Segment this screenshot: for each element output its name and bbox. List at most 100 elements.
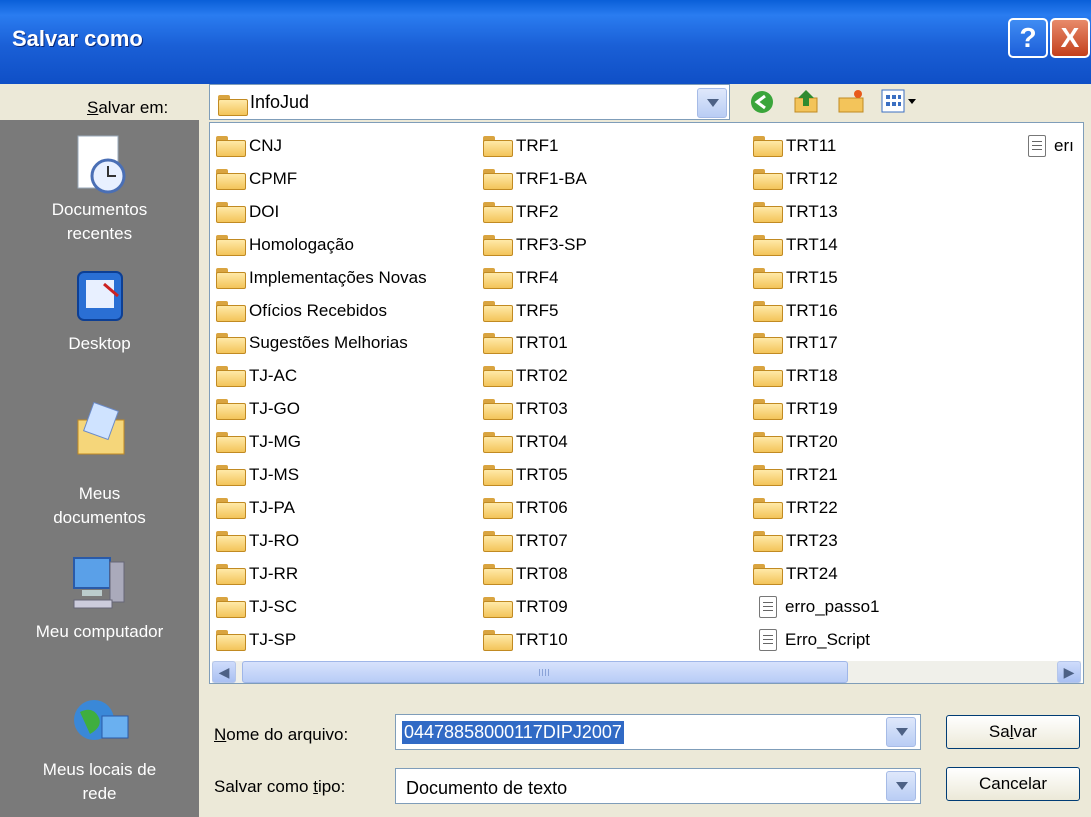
folder-item[interactable]: TJ-SC	[216, 593, 297, 621]
title-bar: Salvar como ? X	[0, 0, 1091, 84]
folder-item[interactable]: TRF4	[483, 264, 559, 292]
item-label: TRT19	[786, 399, 838, 419]
folder-item[interactable]: TRT02	[483, 362, 568, 390]
folder-item[interactable]: TJ-RR	[216, 560, 298, 588]
folder-icon	[753, 201, 783, 223]
scroll-thumb[interactable]	[242, 661, 848, 683]
item-label: TRT23	[786, 530, 838, 550]
folder-item[interactable]: TRF1-BA	[483, 165, 587, 193]
folder-item[interactable]: TRT13	[753, 198, 838, 226]
folder-item[interactable]: TRT09	[483, 593, 568, 621]
place-desktop[interactable]: Desktop	[0, 266, 199, 356]
item-label: TRF5	[516, 300, 559, 320]
folder-item[interactable]: TJ-AC	[216, 362, 297, 390]
scroll-left-button[interactable]: ◀	[212, 661, 236, 683]
folder-item[interactable]: TRT21	[753, 461, 838, 489]
folder-item[interactable]: TRT06	[483, 494, 568, 522]
folder-item[interactable]: DOI	[216, 198, 279, 226]
folder-item[interactable]: TRT01	[483, 329, 568, 357]
item-label: TRT11	[786, 136, 837, 155]
folder-item[interactable]: TRT04	[483, 428, 568, 456]
new-folder-icon[interactable]	[836, 86, 866, 116]
lookin-combo[interactable]: InfoJud	[209, 84, 730, 120]
folder-icon	[218, 95, 248, 116]
folder-item[interactable]: TRT24	[753, 560, 838, 588]
item-label: Sugestões Melhorias	[249, 333, 408, 353]
folder-item[interactable]: TRT20	[753, 428, 838, 456]
folder-item[interactable]: TRT07	[483, 527, 568, 555]
folder-item[interactable]: TRT08	[483, 560, 568, 588]
file-item[interactable]: erı	[1022, 132, 1074, 160]
folder-icon	[753, 530, 783, 552]
folder-item[interactable]: TJ-SP	[216, 626, 296, 654]
folder-item[interactable]: TRT18	[753, 362, 838, 390]
file-list[interactable]: CNJ CPMF DOI Homologação Implementações Nova…	[209, 122, 1084, 684]
item-label: TRT18	[786, 366, 838, 386]
folder-item[interactable]: Sugestões Melhorias	[216, 329, 408, 357]
folder-item[interactable]: TRT23	[753, 527, 838, 555]
folder-item[interactable]: TRT19	[753, 395, 838, 423]
save-button[interactable]: Salvar	[946, 715, 1080, 749]
place-network[interactable]: Meus locais de rede	[0, 692, 199, 806]
views-menu-icon[interactable]	[880, 88, 920, 116]
folder-item[interactable]: Implementações Novas	[216, 264, 427, 292]
item-label: TJ-PA	[249, 497, 295, 517]
filetype-label-text: ipo:	[317, 777, 346, 796]
horizontal-scrollbar[interactable]: ◀ ▶	[212, 661, 1081, 683]
item-label: DOI	[249, 201, 280, 221]
folder-item[interactable]: TJ-GO	[216, 395, 300, 423]
folder-item[interactable]: TJ-PA	[216, 494, 295, 522]
folder-item[interactable]: CPMF	[216, 165, 297, 193]
item-label: TRT03	[516, 399, 568, 419]
scroll-right-button[interactable]: ▶	[1057, 661, 1081, 683]
folder-item[interactable]: TRF2	[483, 198, 559, 226]
folder-item[interactable]: TRF5	[483, 297, 559, 325]
folder-item[interactable]: TJ-MS	[216, 461, 299, 489]
help-button[interactable]: ?	[1008, 18, 1048, 58]
folder-item[interactable]: TRT05	[483, 461, 568, 489]
place-my-documents[interactable]: Meus documentos	[0, 400, 199, 530]
up-folder-icon[interactable]	[792, 86, 822, 116]
folder-item[interactable]: Homologação	[216, 231, 354, 259]
close-button[interactable]: X	[1050, 18, 1090, 58]
place-my-computer[interactable]: Meu computador	[0, 552, 199, 644]
folder-item[interactable]: TJ-RO	[216, 527, 299, 555]
chevron-down-icon[interactable]	[886, 771, 916, 801]
item-label: TRF1	[516, 136, 559, 155]
folder-item[interactable]: TRT17	[753, 329, 838, 357]
filetype-select[interactable]: Documento de texto	[395, 768, 921, 804]
folder-item[interactable]: TRF1	[483, 132, 559, 160]
folder-item[interactable]: Ofícios Recebidos	[216, 297, 387, 325]
folder-icon	[483, 333, 513, 355]
folder-icon	[753, 136, 783, 157]
filename-combo[interactable]: 04478858000117DIPJ2007	[395, 714, 921, 750]
file-item[interactable]: Erro_Script	[753, 626, 870, 654]
place-recent-documents[interactable]: Documentos recentes	[0, 132, 199, 246]
folder-item[interactable]: TJ-MG	[216, 428, 301, 456]
file-item[interactable]: erro_passo1	[753, 593, 880, 621]
folder-icon	[216, 267, 246, 289]
folder-icon	[216, 399, 246, 421]
folder-item[interactable]: TRT16	[753, 297, 838, 325]
folder-item[interactable]: TRT15	[753, 264, 838, 292]
place-label: Meu computador	[35, 622, 164, 641]
back-icon[interactable]	[748, 88, 776, 116]
item-label: TRT24	[786, 563, 838, 583]
folder-item[interactable]: TRT22	[753, 494, 838, 522]
folder-item[interactable]: TRF3-SP	[483, 231, 587, 259]
folder-item[interactable]: TRT03	[483, 395, 568, 423]
item-label: TRF2	[516, 201, 559, 221]
text-file-icon	[1028, 135, 1046, 157]
folder-icon	[483, 596, 513, 618]
folder-item[interactable]: TRT11	[753, 132, 836, 160]
item-label: TRT08	[516, 563, 568, 583]
folder-item[interactable]: TRT14	[753, 231, 838, 259]
folder-item[interactable]: CNJ	[216, 132, 282, 160]
filename-input[interactable]: 04478858000117DIPJ2007	[402, 721, 624, 744]
chevron-down-icon[interactable]	[886, 717, 916, 747]
chevron-down-icon[interactable]	[697, 88, 727, 118]
folder-item[interactable]: TRT10	[483, 626, 568, 654]
cancel-button[interactable]: Cancelar	[946, 767, 1080, 801]
folder-item[interactable]: TRT12	[753, 165, 838, 193]
folder-icon	[216, 629, 246, 651]
